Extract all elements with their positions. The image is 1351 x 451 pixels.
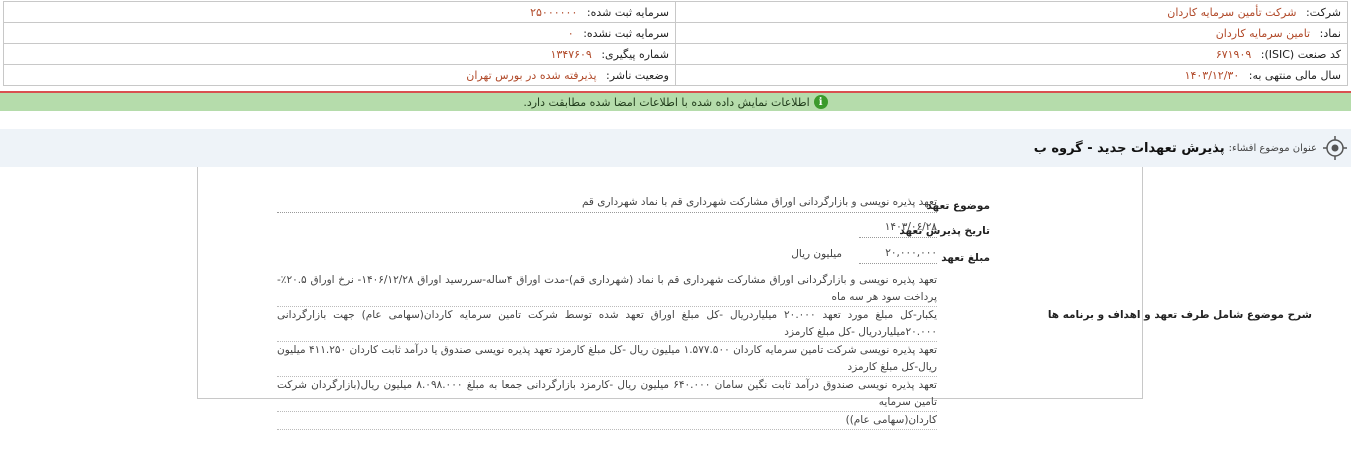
company-value: شرکت تأمین سرمایه کاردان	[1167, 5, 1297, 19]
fiscal-value: ۱۴۰۳/۱۲/۳۰	[1184, 68, 1240, 82]
commitment-date-value: ۱۴۰۳/۰۶/۲۸	[859, 221, 937, 238]
info-row-4: سال مالی منتهی به: ۱۴۰۳/۱۲/۳۰ وضعیت ناشر…	[3, 64, 1348, 86]
info-icon: i	[813, 95, 828, 109]
company-label: شرکت:	[1305, 5, 1341, 19]
subject-title: پذیرش تعهدات جدید - گروه ب	[1033, 140, 1225, 156]
commitment-amount-label: مبلغ تعهد	[941, 252, 990, 264]
symbol-value: تامین سرمایه کاردان	[1215, 26, 1311, 40]
tracking-label: شماره پیگیری:	[601, 47, 669, 61]
description-line: تعهد پذیره نویسی و بازارگردانی اوراق مشا…	[277, 272, 937, 307]
target-icon	[1323, 136, 1347, 160]
subject-label: عنوان موضوع افشاء:	[1228, 142, 1317, 154]
fiscal-cell: سال مالی منتهی به: ۱۴۰۳/۱۲/۳۰	[675, 64, 1348, 86]
publisher-value: پذیرفته شده در بورس تهران	[466, 68, 597, 82]
publisher-cell: وضعیت ناشر: پذیرفته شده در بورس تهران	[3, 64, 676, 86]
info-row-3: کد صنعت (ISIC): ۶۷۱۹۰۹ شماره پیگیری: ۱۳۴…	[3, 43, 1348, 65]
reg-capital-cell: سرمایه ثبت شده: ۲۵۰۰۰۰۰۰	[3, 1, 676, 23]
commitment-amount-unit: میلیون ریال	[791, 248, 842, 260]
reg-capital-value: ۲۵۰۰۰۰۰۰	[530, 5, 578, 19]
info-row-1: شرکت: شرکت تأمین سرمایه کاردان سرمایه ثب…	[3, 1, 1348, 23]
commitment-details-box: موضوع تعهد تعهد پذیره نویسی و بازارگردان…	[197, 167, 1312, 430]
commitment-description-label: شرح موضوع شامل طرف تعهد و اهداف و برنامه…	[1047, 309, 1312, 321]
unreg-capital-value: ۰	[567, 26, 574, 40]
isic-value: ۶۷۱۹۰۹	[1215, 47, 1252, 61]
description-line: تعهد پذیره نویسی صندوق درآمد ثابت نگین س…	[277, 377, 937, 412]
commitment-amount-value: ۲۰,۰۰۰,۰۰۰	[859, 247, 937, 264]
isic-cell: کد صنعت (ISIC): ۶۷۱۹۰۹	[675, 43, 1348, 65]
description-line: کاردان(سهامی عام))	[277, 412, 937, 430]
fiscal-label: سال مالی منتهی به:	[1248, 68, 1341, 82]
isic-label: کد صنعت (ISIC):	[1260, 47, 1341, 61]
verification-status-text: اطلاعات نمایش داده شده با اطلاعات امضا ش…	[523, 95, 810, 109]
publisher-label: وضعیت ناشر:	[606, 68, 669, 82]
symbol-label: نماد:	[1319, 26, 1341, 40]
company-info-table: شرکت: شرکت تأمین سرمایه کاردان سرمایه ثب…	[3, 1, 1348, 86]
unreg-capital-label: سرمایه ثبت نشده:	[583, 26, 669, 40]
tracking-cell: شماره پیگیری: ۱۳۴۷۶۰۹	[3, 43, 676, 65]
commitment-subject-value: تعهد پذیره نویسی و بازارگردانی اوراق مشا…	[277, 196, 937, 213]
description-line: تعهد پذیره نویسی شرکت تامین سرمایه کاردا…	[277, 342, 937, 377]
symbol-cell: نماد: تامین سرمایه کاردان	[675, 22, 1348, 44]
reg-capital-label: سرمایه ثبت شده:	[586, 5, 669, 19]
disclosure-subject-bar: عنوان موضوع افشاء: پذیرش تعهدات جدید - گ…	[0, 129, 1351, 167]
commitment-description: تعهد پذیره نویسی و بازارگردانی اوراق مشا…	[277, 272, 937, 430]
tracking-value: ۱۳۴۷۶۰۹	[550, 47, 592, 61]
verification-status-bar: i اطلاعات نمایش داده شده با اطلاعات امضا…	[0, 91, 1351, 111]
unreg-capital-cell: سرمایه ثبت نشده: ۰	[3, 22, 676, 44]
description-line: یکبار-کل مبلغ مورد تعهد ۲۰.۰۰۰ میلیاردری…	[277, 307, 937, 342]
info-row-2: نماد: تامین سرمایه کاردان سرمایه ثبت نشد…	[3, 22, 1348, 44]
company-cell: شرکت: شرکت تأمین سرمایه کاردان	[675, 1, 1348, 23]
